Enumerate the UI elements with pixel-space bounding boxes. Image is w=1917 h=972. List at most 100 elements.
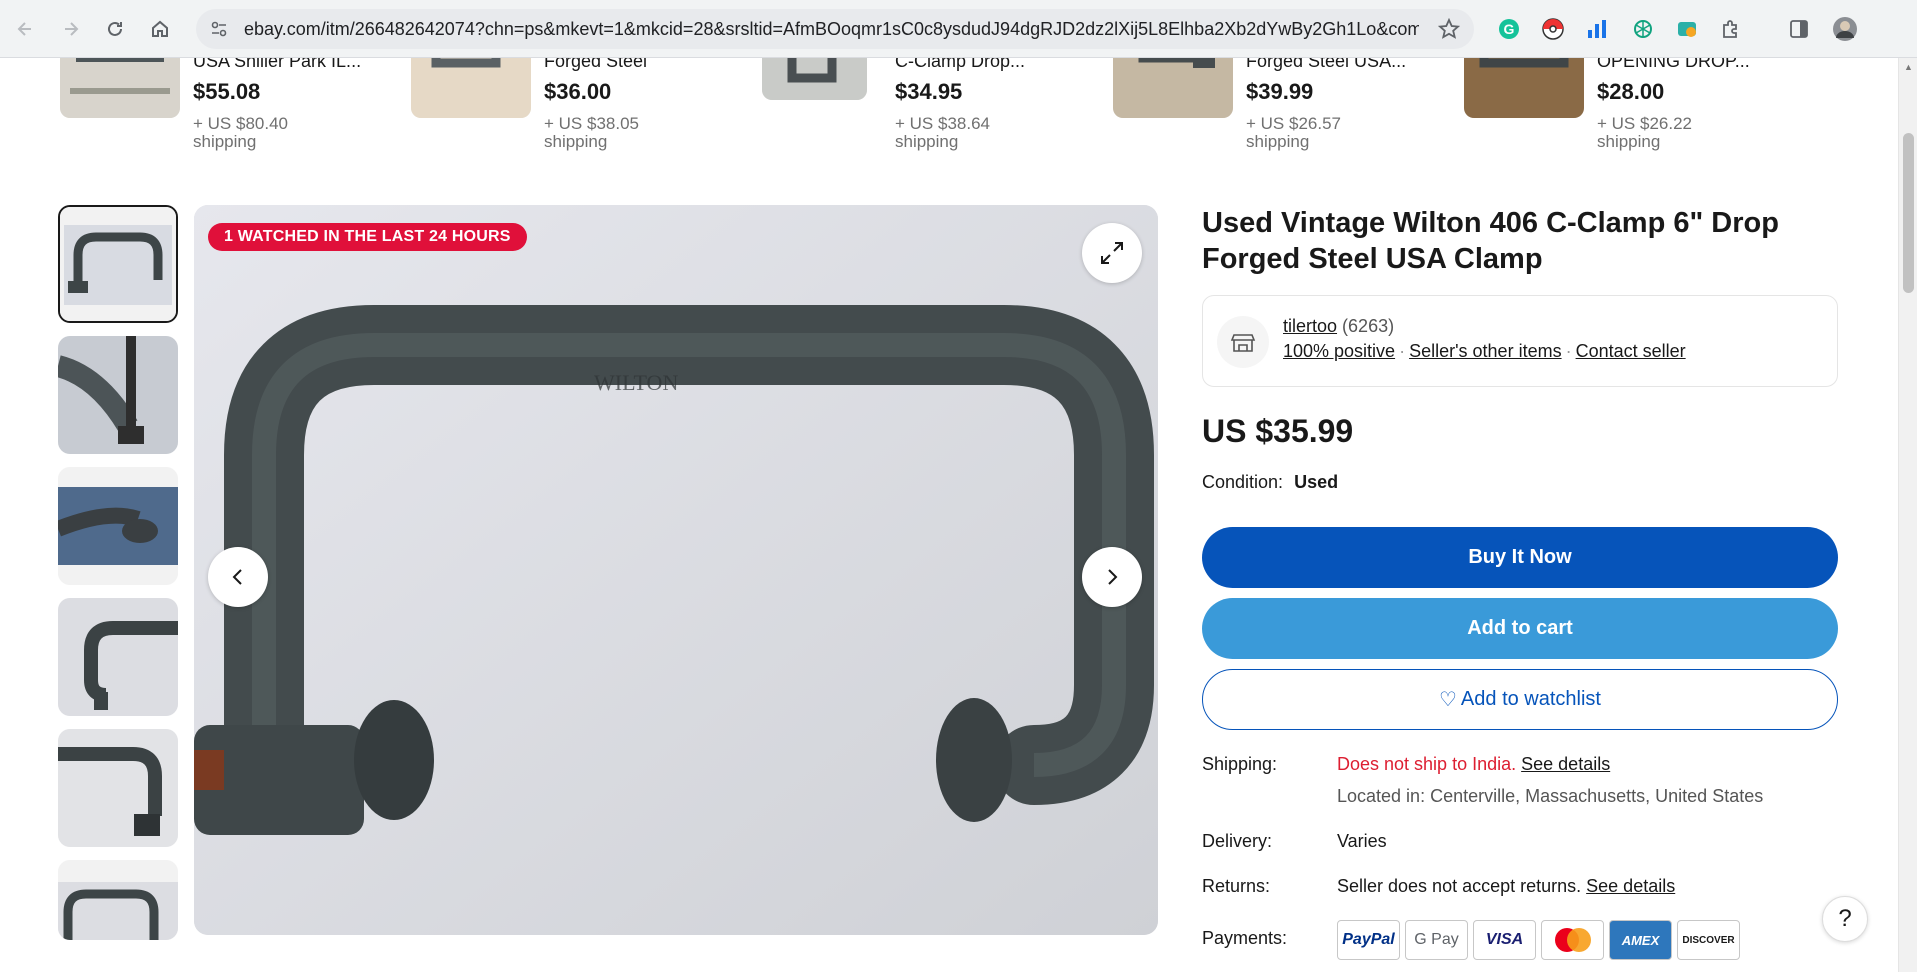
product-details-panel: Used Vintage Wilton 406 C-Clamp 6" Drop … xyxy=(1202,205,1842,972)
located-row: Located in: Centerville, Massachusetts, … xyxy=(1202,786,1842,831)
condition-label: Condition: xyxy=(1202,472,1284,492)
shipping-see-details-link[interactable]: See details xyxy=(1521,754,1610,774)
scrollbar-thumb[interactable] xyxy=(1903,133,1914,293)
similar-item-price: $39.99 xyxy=(1246,79,1314,104)
puzzle-extensions-icon[interactable] xyxy=(1716,14,1746,44)
delivery-row: Delivery: Varies xyxy=(1202,831,1842,876)
watched-badge: 1 WATCHED IN THE LAST 24 HOURS xyxy=(208,223,527,251)
address-bar[interactable]: ebay.com/itm/266482642074?chn=ps&mkevt=1… xyxy=(196,9,1474,49)
returns-value: Seller does not accept returns. See deta… xyxy=(1337,876,1676,896)
page-content: USA Shiller Park IL... $55.08 + US $80.4… xyxy=(0,58,1898,972)
seller-other-items-link[interactable]: Seller's other items xyxy=(1409,341,1562,361)
seller-card: tilertoo (6263) 100% positive · Seller's o… xyxy=(1202,295,1838,387)
similar-item-image[interactable] xyxy=(762,58,867,100)
expand-icon[interactable] xyxy=(1082,223,1142,283)
similar-item-price: $34.95 xyxy=(895,79,963,104)
similar-item[interactable]: USA Shiller Park IL... $55.08 + US $80.4… xyxy=(60,58,380,178)
item-price: US $35.99 xyxy=(1202,413,1354,449)
product-title: Used Vintage Wilton 406 C-Clamp 6" Drop … xyxy=(1202,207,1779,275)
similar-item-price: $28.00 xyxy=(1597,79,1665,104)
scroll-up-icon[interactable]: ▲ xyxy=(1903,62,1914,74)
payments-label: Payments: xyxy=(1202,928,1288,948)
seller-positive-link[interactable]: 100% positive xyxy=(1283,341,1395,361)
location-text: Located in: Centerville, Massachusetts, … xyxy=(1337,786,1764,806)
back-arrow-icon[interactable] xyxy=(8,12,42,46)
google-pay-icon: G Pay xyxy=(1405,920,1468,960)
browser-toolbar: ebay.com/itm/266482642074?chn=ps&mkevt=1… xyxy=(0,0,1917,58)
gallery-thumbnail[interactable] xyxy=(58,336,178,454)
grammarly-extension-icon[interactable]: G xyxy=(1494,14,1524,44)
seller-links: 100% positive · Seller's other items · Conta… xyxy=(1283,341,1686,361)
gallery-thumbnail[interactable] xyxy=(58,467,178,585)
condition-row: Condition: Used xyxy=(1202,472,1842,493)
similar-item[interactable]: C-Clamp Drop... $34.95 + US $38.64 shippi… xyxy=(762,58,1082,178)
profile-avatar[interactable] xyxy=(1830,14,1860,44)
similar-item-image[interactable] xyxy=(60,58,180,118)
similar-item[interactable]: Forged Steel USA... $39.99 + US $26.57 sh… xyxy=(1113,58,1433,178)
similar-item-image[interactable] xyxy=(1464,58,1584,118)
mastercard-icon xyxy=(1541,920,1604,960)
similar-item[interactable]: Forged Steel $36.00 + US $38.05 shipping xyxy=(411,58,731,178)
wilton-embossing: WILTON xyxy=(594,370,678,395)
buy-it-now-button[interactable]: Buy It Now xyxy=(1202,527,1838,588)
heart-icon: ♡ xyxy=(1438,689,1457,711)
returns-label: Returns: xyxy=(1202,876,1271,896)
gallery-thumbnail[interactable] xyxy=(58,205,178,323)
main-product-image[interactable]: WILTON 1 WATCHED IN THE LAST 24 HOURS xyxy=(194,205,1158,935)
similar-item-shipping: + US $80.40 shipping xyxy=(193,114,288,151)
colorful-extension-icon[interactable] xyxy=(1672,14,1702,44)
add-to-watchlist-button[interactable]: ♡ Add to watchlist xyxy=(1202,669,1838,730)
similar-item-title[interactable]: USA Shiller Park IL... xyxy=(193,58,361,72)
next-image-button[interactable] xyxy=(1082,547,1142,607)
previous-image-button[interactable] xyxy=(208,547,268,607)
chart-extension-icon[interactable] xyxy=(1582,14,1612,44)
gallery-thumbnail[interactable] xyxy=(58,729,178,847)
svg-text:G: G xyxy=(1504,21,1515,37)
add-to-cart-button[interactable]: Add to cart xyxy=(1202,598,1838,659)
similar-item-title[interactable]: Forged Steel xyxy=(544,58,647,72)
watchlist-label: Add to watchlist xyxy=(1460,688,1601,710)
home-icon[interactable] xyxy=(143,12,177,46)
discover-icon: DISCOVER xyxy=(1677,920,1740,960)
delivery-value: Varies xyxy=(1337,831,1387,851)
page-scrollbar[interactable]: ▲ xyxy=(1898,58,1917,972)
payments-row: Payments: PayPal G Pay VISA AMEX DISCOVE… xyxy=(1202,920,1842,972)
forward-arrow-icon[interactable] xyxy=(54,12,88,46)
similar-item[interactable]: OPENING DROP... $28.00 + US $26.22 shippi… xyxy=(1464,58,1784,178)
similar-item-title[interactable]: Forged Steel USA... xyxy=(1246,58,1406,72)
similar-item-title[interactable]: C-Clamp Drop... xyxy=(895,58,1025,72)
similar-item-shipping: + US $26.57 shipping xyxy=(1246,114,1341,151)
pokeball-extension-icon[interactable] xyxy=(1538,14,1568,44)
gallery-thumbnail[interactable] xyxy=(58,860,178,940)
similar-item-price: $55.08 xyxy=(193,79,261,104)
similar-item-title[interactable]: OPENING DROP... xyxy=(1597,58,1750,72)
bookmark-star-icon[interactable] xyxy=(1437,17,1461,45)
site-info-icon[interactable] xyxy=(204,14,234,44)
reload-icon[interactable] xyxy=(98,12,132,46)
store-icon xyxy=(1217,316,1269,368)
similar-item-shipping: + US $26.22 shipping xyxy=(1597,114,1692,151)
gallery-thumbnail[interactable] xyxy=(58,598,178,716)
similar-item-shipping: + US $38.64 shipping xyxy=(895,114,990,151)
help-button[interactable]: ? xyxy=(1822,896,1868,942)
seller-info: tilertoo (6263) xyxy=(1283,316,1394,337)
shipping-value: Does not ship to India. See details xyxy=(1337,754,1611,774)
contact-seller-link[interactable]: Contact seller xyxy=(1576,341,1686,361)
side-panel-icon[interactable] xyxy=(1784,14,1814,44)
payment-methods: PayPal G Pay VISA AMEX DISCOVER xyxy=(1337,920,1740,960)
returns-see-details-link[interactable]: See details xyxy=(1586,876,1675,896)
visa-icon: VISA xyxy=(1473,920,1536,960)
shipping-label: Shipping: xyxy=(1202,754,1278,774)
amex-icon: AMEX xyxy=(1609,920,1672,960)
similar-item-image[interactable] xyxy=(411,58,531,118)
seller-name-link[interactable]: tilertoo xyxy=(1283,316,1337,336)
similar-item-image[interactable] xyxy=(1113,58,1233,118)
url-text[interactable]: ebay.com/itm/266482642074?chn=ps&mkevt=1… xyxy=(244,19,1419,40)
seller-feedback: (6263) xyxy=(1342,316,1395,336)
delivery-label: Delivery: xyxy=(1202,831,1273,851)
openai-extension-icon[interactable] xyxy=(1628,14,1658,44)
condition-value: Used xyxy=(1294,472,1339,492)
shipping-row: Shipping: Does not ship to India. See de… xyxy=(1202,754,1842,786)
similar-item-shipping: + US $38.05 shipping xyxy=(544,114,639,151)
similar-item-price: $36.00 xyxy=(544,79,612,104)
